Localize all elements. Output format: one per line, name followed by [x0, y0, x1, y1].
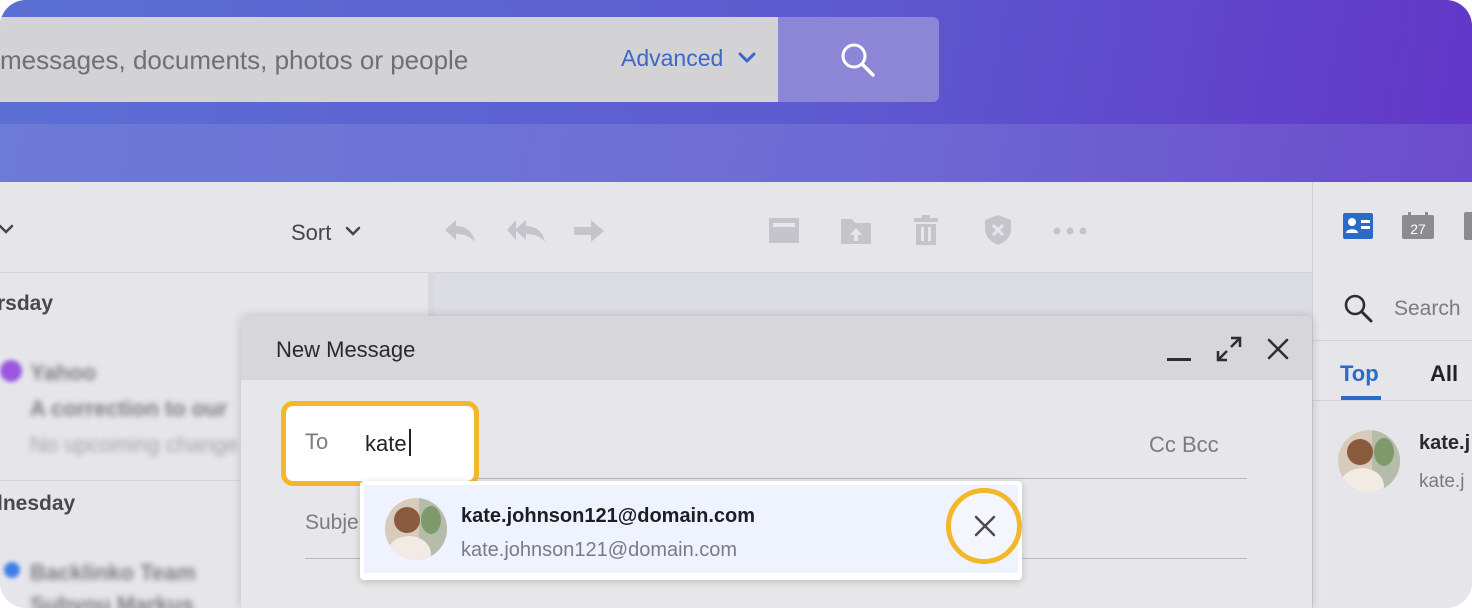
list-item-preview[interactable]: No upcoming change — [30, 432, 238, 458]
contact-name[interactable]: kate.j — [1419, 432, 1470, 455]
unread-dot — [4, 562, 20, 578]
contacts-icon[interactable] — [1343, 213, 1373, 239]
list-item-sender[interactable]: Backlinko Team — [30, 560, 196, 586]
to-input[interactable]: kate — [365, 431, 407, 457]
trash-icon[interactable] — [912, 214, 940, 246]
compose-title: New Message — [276, 337, 416, 362]
day-header: lnesday — [0, 492, 76, 515]
tab-all[interactable]: All — [1430, 361, 1458, 387]
search-icon — [841, 43, 875, 77]
subject-input[interactable]: Subje — [305, 511, 359, 535]
search-placeholder: messages, documents, photos or people — [0, 45, 469, 75]
avatar — [385, 498, 447, 560]
app-window: messages, documents, photos or people Ad… — [0, 0, 1472, 608]
unread-dot — [0, 360, 22, 382]
right-panel — [1312, 182, 1472, 608]
advanced-search-button[interactable]: Advanced — [621, 45, 723, 72]
minimize-icon[interactable] — [1167, 358, 1191, 361]
archive-icon[interactable] — [768, 216, 800, 244]
search-icon[interactable] — [1343, 293, 1373, 323]
chevron-down-icon[interactable] — [345, 225, 361, 239]
reply-icon[interactable] — [444, 218, 476, 244]
panel-tab-icon[interactable] — [1464, 212, 1472, 240]
sort-button[interactable]: Sort — [291, 220, 331, 246]
chevron-down-icon[interactable] — [737, 51, 757, 65]
cc-bcc-button[interactable]: Cc Bcc — [1149, 432, 1219, 458]
search-button[interactable] — [778, 17, 939, 102]
divider — [1312, 340, 1472, 341]
panel-search-input[interactable]: Search — [1394, 297, 1461, 321]
more-icon[interactable] — [1052, 226, 1088, 236]
close-icon[interactable] — [974, 515, 996, 537]
header-nav-band — [0, 124, 1472, 182]
text-cursor — [409, 429, 411, 456]
contact-email: kate.j — [1419, 471, 1465, 492]
suggestion-email: kate.johnson121@domain.com — [461, 539, 738, 561]
move-icon[interactable] — [840, 215, 872, 245]
chevron-down-icon[interactable] — [0, 222, 14, 238]
list-item-sender[interactable]: Yahoo — [30, 360, 96, 386]
to-label: To — [305, 429, 329, 454]
reply-all-icon[interactable] — [506, 218, 546, 244]
list-item-subject[interactable]: A correction to our — [30, 396, 227, 422]
avatar — [1338, 430, 1400, 492]
day-header: rsday — [0, 292, 54, 315]
divider — [1312, 400, 1472, 401]
suggestion-name[interactable]: kate.johnson121@domain.com — [461, 505, 755, 528]
calendar-icon[interactable]: 27 — [1401, 212, 1435, 240]
spam-shield-icon[interactable] — [984, 214, 1012, 246]
toolbar-divider — [0, 272, 1312, 273]
tab-top[interactable]: Top — [1340, 361, 1379, 387]
expand-icon[interactable] — [1216, 336, 1242, 362]
calendar-day: 27 — [1410, 221, 1426, 237]
list-item-subject[interactable]: Subyou Markus — [30, 592, 194, 608]
forward-icon[interactable] — [573, 219, 605, 243]
close-icon[interactable] — [1267, 338, 1289, 360]
